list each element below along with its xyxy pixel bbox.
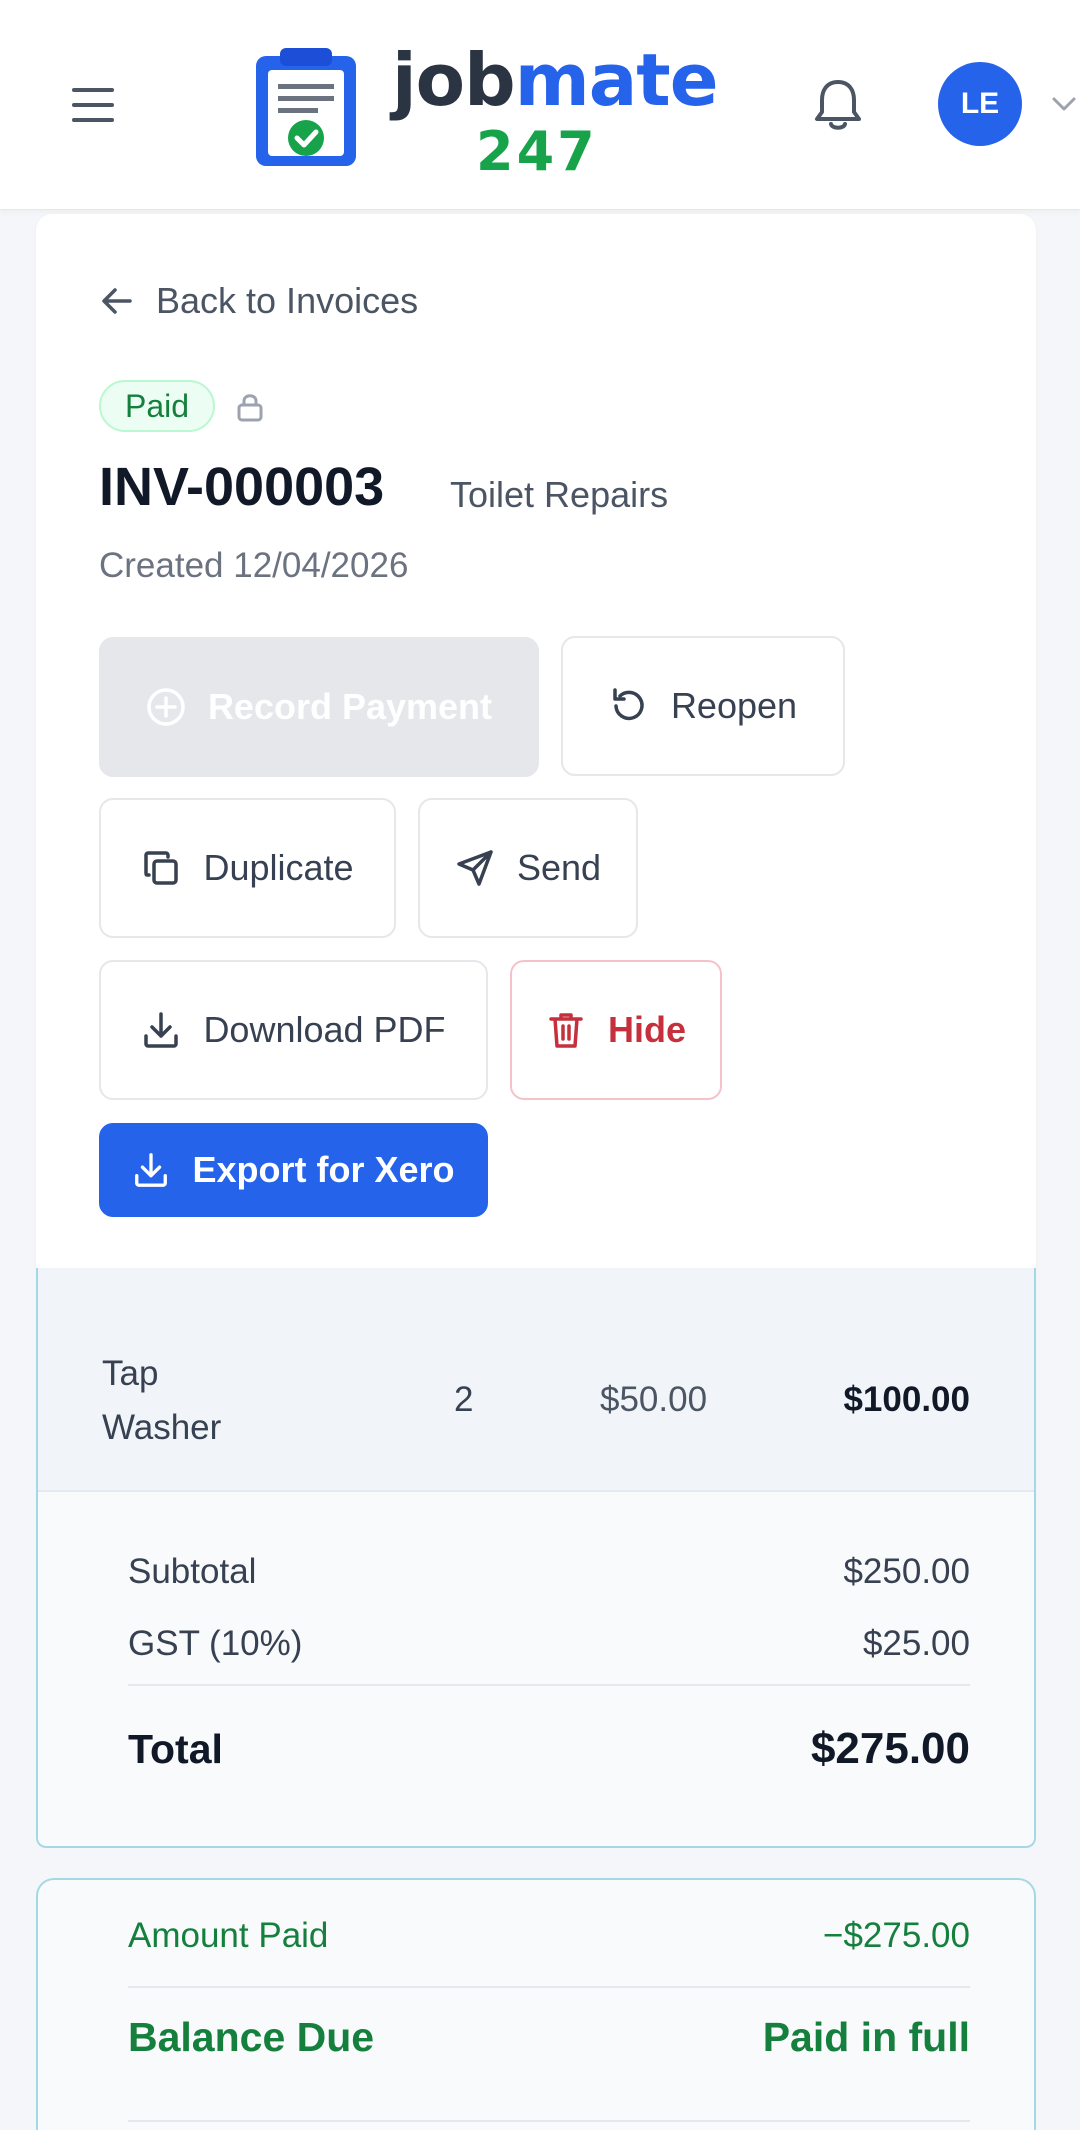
copy-icon [144,851,179,885]
download-pdf-button[interactable]: Download PDF [99,960,488,1100]
item-amount: $100.00 [843,1380,970,1419]
logo-text-job: job [392,38,516,122]
amount-paid-value: −$275.00 [823,1916,970,1955]
user-avatar[interactable]: LE [938,62,1022,146]
subtotal-value: $250.00 [843,1552,970,1591]
invoice-created-date: Created 12/04/2026 [99,546,409,585]
send-icon [457,850,493,886]
export-xero-label: Export for Xero [192,1149,455,1190]
duplicate-button[interactable]: Duplicate [99,798,396,938]
send-label: Send [516,847,602,888]
back-to-invoices-link[interactable]: Back to Invoices [100,280,418,322]
subtotal-label: Subtotal [128,1552,257,1591]
logo-text-mate: mate [514,38,719,122]
invoice-number: INV-000003 [99,457,385,517]
plus-circle-icon [147,688,185,726]
status-badge: Paid [99,380,216,432]
item-description-line1: Tap [102,1354,159,1393]
balance-due-value: Paid in full [762,2014,970,2060]
back-label: Back to Invoices [156,280,419,321]
brand-logo[interactable]: jobmate 247 [392,38,719,183]
trash-icon [549,1013,583,1048]
gst-label: GST (10%) [128,1624,303,1663]
download-icon [135,1153,168,1187]
record-payment-button[interactable]: Record Payment [99,637,539,777]
invoice-items-section: Tap Washer 2 $50.00 $100.00 Subtotal $25… [36,1268,1036,1848]
rotate-ccw-icon [613,688,644,721]
lock-icon [237,394,263,422]
app-header: jobmate 247 LE [0,0,1080,210]
divider [128,1684,970,1686]
gst-value: $25.00 [862,1624,970,1663]
item-unit-price: $50.00 [600,1380,708,1419]
hide-label: Hide [607,1009,686,1050]
amount-paid-label: Amount Paid [128,1916,329,1955]
send-button[interactable]: Send [418,798,638,938]
logo-text-number: 247 [476,120,598,183]
invoice-title: Toilet Repairs [450,474,669,515]
hide-button[interactable]: Hide [510,960,722,1100]
total-label: Total [128,1726,223,1772]
download-pdf-label: Download PDF [203,1009,446,1050]
divider [128,2120,970,2122]
export-xero-button[interactable]: Export for Xero [99,1123,488,1217]
table-row: Tap Washer 2 $50.00 $100.00 [38,1268,1034,1492]
total-value: $275.00 [810,1724,970,1773]
duplicate-label: Duplicate [203,847,354,888]
divider [128,1986,970,1988]
payment-summary: Amount Paid −$275.00 Balance Due Paid in… [36,1878,1036,2130]
bell-icon[interactable] [812,76,864,132]
balance-due-label: Balance Due [128,2014,375,2060]
download-icon [144,1012,179,1048]
arrow-left-icon [102,288,132,314]
reopen-label: Reopen [670,685,798,726]
chevron-down-icon[interactable] [1050,90,1078,118]
item-description-line2: Washer [102,1408,222,1447]
clipboard-check-logo-icon [256,48,356,166]
record-payment-label: Record Payment [207,686,493,727]
item-qty: 2 [454,1380,474,1419]
menu-icon[interactable] [72,88,114,122]
reopen-button[interactable]: Reopen [561,636,845,776]
